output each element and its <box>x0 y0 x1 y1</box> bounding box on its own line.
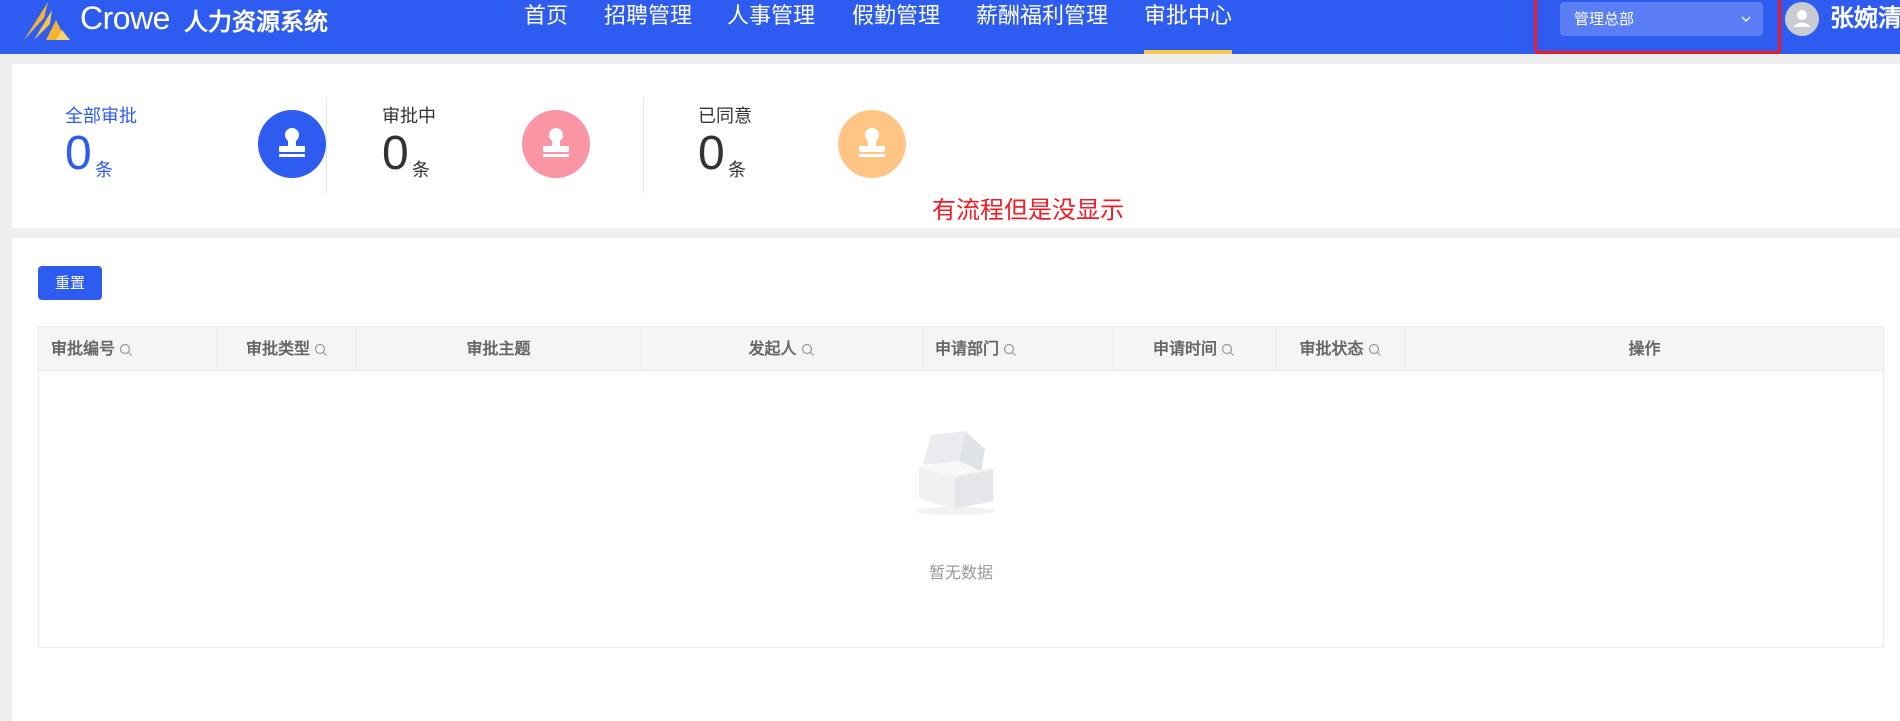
column-header-approval-subject: 审批主题 <box>357 327 641 371</box>
stamp-icon <box>522 110 590 178</box>
stat-unit: 条 <box>412 160 430 181</box>
stat-in-progress[interactable]: 审批中 0 条 <box>382 64 702 228</box>
search-icon[interactable] <box>1368 343 1382 357</box>
crowe-logo-icon <box>24 2 70 40</box>
approval-table: 审批编号 审批类型 审批主题 发起人 申请部门 申请时间 审批状态 操作 暂无数… <box>38 326 1884 648</box>
system-name: 人力资源系统 <box>184 8 328 36</box>
reset-button[interactable]: 重置 <box>38 266 102 300</box>
approval-list-panel: 重置 审批编号 审批类型 审批主题 发起人 申请部门 申请时间 审批状态 操作 … <box>12 238 1900 721</box>
stamp-icon <box>258 110 326 178</box>
column-header-apply-time[interactable]: 申请时间 <box>1113 327 1276 371</box>
stat-unit: 条 <box>95 160 113 181</box>
stat-label: 已同意 <box>698 106 752 127</box>
user-icon <box>1793 10 1811 27</box>
column-header-status[interactable]: 审批状态 <box>1276 327 1406 371</box>
search-icon[interactable] <box>314 343 328 357</box>
nav-item-attendance[interactable]: 假勤管理 <box>852 0 940 54</box>
empty-state-text: 暂无数据 <box>928 563 993 582</box>
active-nav-indicator <box>1144 50 1233 54</box>
user-name[interactable]: 张婉清 <box>1830 2 1900 34</box>
nav-item-personnel[interactable]: 人事管理 <box>727 0 815 54</box>
brand-logo[interactable]: Crowe 人力资源系统 <box>22 0 342 40</box>
stat-label: 全部审批 <box>65 106 137 127</box>
column-header-approval-id[interactable]: 审批编号 <box>39 327 218 371</box>
column-header-approval-type[interactable]: 审批类型 <box>218 327 357 371</box>
stat-label: 审批中 <box>382 106 436 127</box>
stat-divider <box>326 98 327 194</box>
nav-item-home[interactable]: 首页 <box>524 0 568 54</box>
avatar[interactable] <box>1785 2 1819 36</box>
search-icon[interactable] <box>801 343 815 357</box>
empty-box-icon <box>915 431 995 515</box>
stat-unit: 条 <box>728 160 746 181</box>
chevron-down-icon <box>1741 16 1751 22</box>
stat-all-approvals[interactable]: 全部审批 0 条 <box>65 64 385 228</box>
org-select[interactable]: 管理总部 <box>1560 2 1763 36</box>
stat-divider <box>643 98 644 194</box>
nav-item-payroll[interactable]: 薪酬福利管理 <box>976 0 1108 54</box>
table-header: 审批编号 审批类型 审批主题 发起人 申请部门 申请时间 审批状态 操作 <box>39 327 1883 371</box>
nav-item-recruitment[interactable]: 招聘管理 <box>604 0 692 54</box>
nav-item-approval-center[interactable]: 审批中心 <box>1144 0 1233 54</box>
column-header-actions: 操作 <box>1628 339 1661 358</box>
column-header-department[interactable]: 申请部门 <box>923 327 1113 371</box>
org-select-value: 管理总部 <box>1574 10 1635 28</box>
search-icon[interactable] <box>1221 343 1235 357</box>
stat-value: 0 <box>698 127 725 180</box>
search-icon[interactable] <box>119 343 133 357</box>
stamp-icon <box>838 110 906 178</box>
search-icon[interactable] <box>1003 343 1017 357</box>
brand-word: Crowe <box>80 0 170 36</box>
column-header-initiator[interactable]: 发起人 <box>641 327 923 371</box>
stat-value: 0 <box>65 127 92 180</box>
stat-value: 0 <box>382 127 409 180</box>
top-navbar: Crowe 人力资源系统 首页 招聘管理 人事管理 假勤管理 薪酬福利管理 审批… <box>0 0 1900 54</box>
annotation-note: 有流程但是没显示 <box>932 196 1124 224</box>
